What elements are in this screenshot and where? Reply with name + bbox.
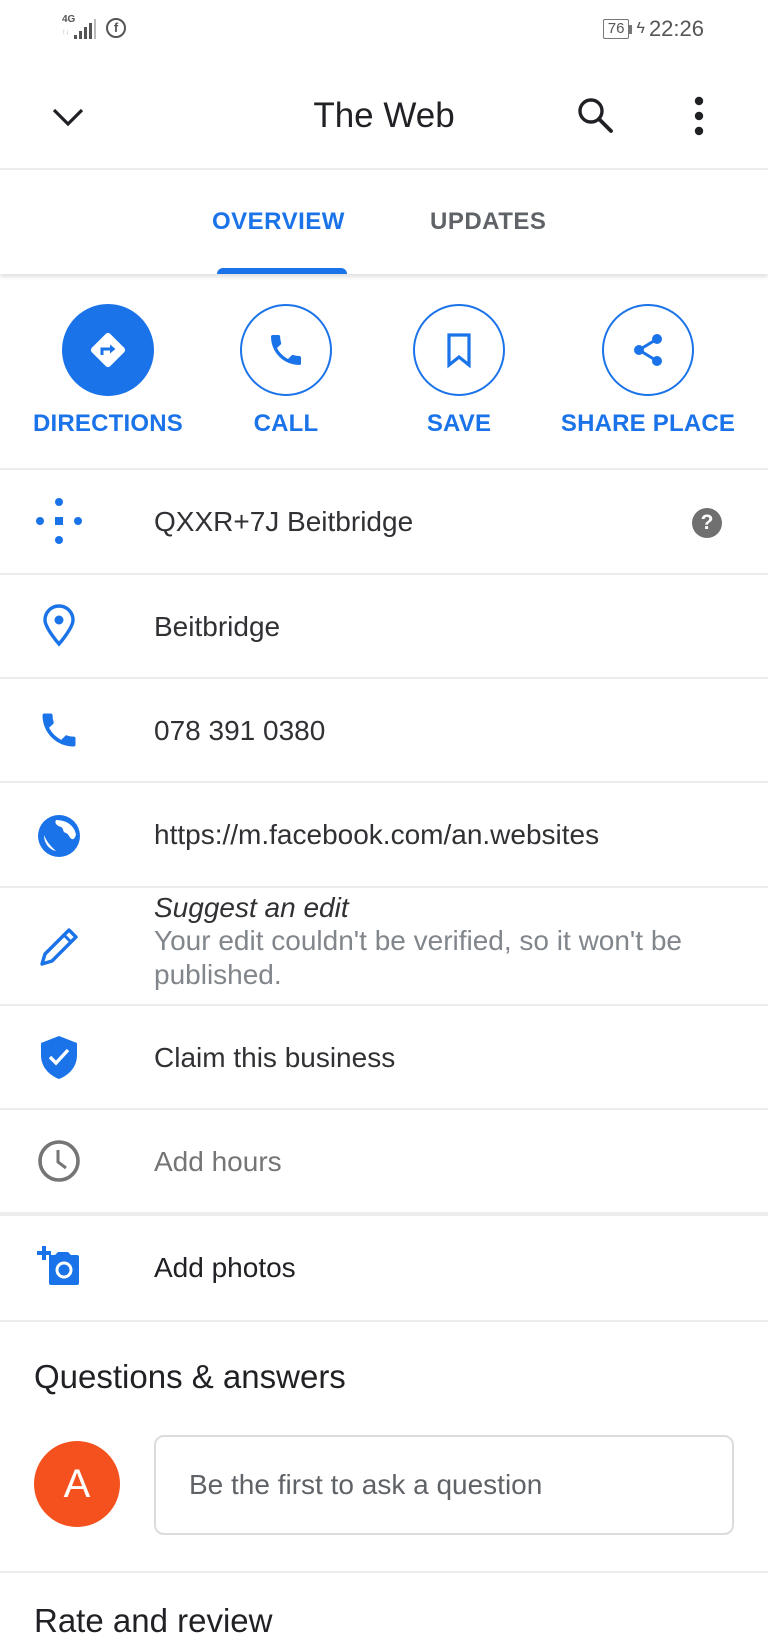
suggest-edit-row[interactable]: Suggest an edit Your edit couldn't be ve…	[0, 888, 768, 1006]
share-icon	[634, 334, 662, 366]
claim-business-text: Claim this business	[154, 1042, 396, 1073]
tab-updates[interactable]: UPDATES	[430, 208, 546, 236]
tab-overview[interactable]: OVERVIEW	[212, 208, 345, 236]
charging-icon: ϟ	[636, 20, 645, 37]
call-circle	[240, 304, 332, 396]
divider	[0, 1571, 768, 1573]
verified-shield-icon	[34, 1032, 84, 1082]
directions-circle	[62, 304, 154, 396]
share-circle	[602, 304, 694, 396]
page-title: The Web	[313, 96, 455, 135]
claim-business-row[interactable]: Claim this business	[0, 1006, 768, 1110]
add-photo-icon	[34, 1242, 84, 1292]
add-hours-text: Add hours	[154, 1146, 282, 1177]
more-vert-icon	[694, 96, 704, 136]
globe-icon	[34, 811, 84, 861]
suggest-edit-title: Suggest an edit	[154, 892, 349, 923]
questions-answers-heading: Questions & answers	[34, 1358, 346, 1395]
call-label: CALL	[253, 410, 319, 437]
status-bar: 4G ↑↓ f 76 ϟ 22:26	[0, 0, 768, 60]
avatar: A	[34, 1441, 120, 1527]
clock: 22:26	[648, 16, 704, 41]
website-row[interactable]: https://m.facebook.com/an.websites	[0, 783, 768, 888]
facebook-notification-icon: f	[106, 18, 126, 38]
directions-label: DIRECTIONS	[32, 410, 183, 437]
signal-icon: 4G ↑↓	[62, 14, 100, 42]
phone-row[interactable]: 078 391 0380	[0, 679, 768, 783]
add-photos-text: Add photos	[154, 1252, 296, 1283]
share-place-label: SHARE PLACE	[560, 410, 736, 437]
battery-level: 76	[602, 19, 630, 39]
tab-bar: OVERVIEW UPDATES	[0, 172, 768, 274]
share-place-button[interactable]: SHARE PLACE	[558, 304, 738, 438]
directions-icon	[90, 332, 126, 368]
phone-text: 078 391 0380	[154, 715, 326, 746]
search-button[interactable]	[574, 94, 618, 138]
phone-icon	[34, 705, 84, 755]
address-text: Beitbridge	[154, 611, 281, 642]
more-options-button[interactable]	[684, 94, 714, 138]
help-icon[interactable]: ?	[692, 508, 722, 538]
location-pin-icon	[34, 601, 84, 651]
save-label: SAVE	[426, 410, 492, 437]
save-button[interactable]: SAVE	[369, 304, 549, 438]
plus-code-text: QXXR+7J Beitbridge	[154, 506, 414, 537]
suggest-edit-status: Your edit couldn't be verified, so it wo…	[154, 925, 682, 990]
plus-code-icon	[34, 496, 84, 546]
suggest-edit-text: Suggest an edit Your edit couldn't be ve…	[154, 892, 734, 992]
pencil-icon	[34, 922, 84, 972]
directions-button[interactable]: DIRECTIONS	[18, 304, 198, 438]
phone-icon	[271, 335, 301, 365]
bookmark-icon	[447, 333, 471, 369]
action-buttons: DIRECTIONS CALL SAVE SHARE PLACE	[0, 274, 768, 470]
save-circle	[413, 304, 505, 396]
address-row[interactable]: Beitbridge	[0, 575, 768, 679]
add-hours-row[interactable]: Add hours	[0, 1110, 768, 1216]
ask-question-input[interactable]: Be the first to ask a question	[154, 1435, 734, 1535]
add-photos-row[interactable]: Add photos	[0, 1216, 768, 1322]
plus-code-row[interactable]: QXXR+7J Beitbridge ?	[0, 470, 768, 575]
clock-icon	[34, 1136, 84, 1186]
rate-review-heading: Rate and review	[34, 1602, 273, 1639]
app-bar: The Web	[0, 60, 768, 170]
battery-icon	[629, 24, 633, 34]
active-tab-indicator	[217, 268, 347, 274]
call-button[interactable]: CALL	[196, 304, 376, 438]
website-link[interactable]: https://m.facebook.com/an.websites	[154, 819, 599, 851]
search-icon	[578, 98, 613, 133]
